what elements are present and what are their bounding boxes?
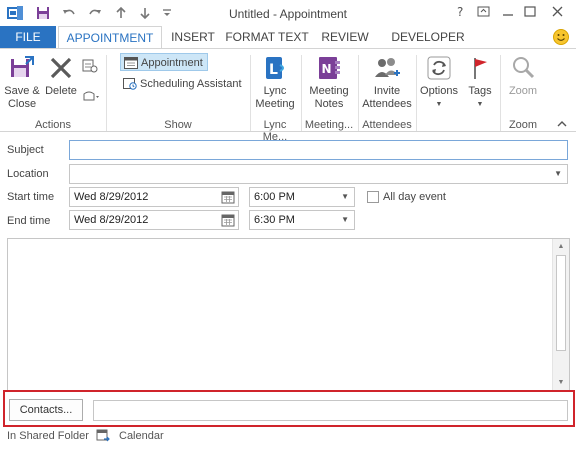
tags-button[interactable]: Tags ▼ bbox=[462, 53, 498, 111]
help-icon[interactable]: ? bbox=[450, 3, 470, 21]
scheduling-assistant-icon bbox=[123, 77, 137, 96]
delete-x-icon bbox=[50, 57, 72, 79]
end-date-field[interactable]: Wed 8/29/2012 bbox=[69, 210, 239, 230]
group-label-actions: Actions bbox=[34, 119, 72, 131]
tab-appointment[interactable]: APPOINTMENT bbox=[58, 26, 162, 49]
all-day-checkbox[interactable] bbox=[367, 191, 379, 203]
in-shared-folder-label: In Shared Folder bbox=[7, 430, 89, 442]
minimize-icon[interactable] bbox=[498, 3, 518, 21]
delete-button[interactable]: Delete bbox=[44, 53, 78, 98]
flag-icon bbox=[474, 58, 487, 79]
tab-review[interactable]: REVIEW bbox=[314, 26, 376, 48]
vertical-scrollbar[interactable]: ▲ ▼ bbox=[552, 239, 569, 391]
calendar-picker-icon[interactable] bbox=[221, 190, 235, 204]
calendar-picker-icon[interactable] bbox=[221, 213, 235, 227]
contacts-input[interactable] bbox=[93, 400, 568, 421]
more-actions-icon[interactable] bbox=[82, 89, 100, 103]
chevron-down-icon: ▼ bbox=[476, 101, 484, 108]
calendar-folder-name: Calendar bbox=[119, 430, 164, 442]
ribbon-tabs: FILE APPOINTMENT INSERT FORMAT TEXT REVI… bbox=[0, 26, 576, 49]
zoom-button[interactable]: Zoom bbox=[502, 53, 544, 98]
zoom-label: Zoom bbox=[508, 85, 538, 97]
meeting-notes-label: Meeting Notes bbox=[309, 85, 349, 110]
subject-input[interactable] bbox=[69, 140, 568, 160]
options-label: Options bbox=[420, 85, 458, 97]
location-label: Location bbox=[7, 168, 49, 180]
save-close-button[interactable]: Save & Close bbox=[2, 53, 42, 111]
onenote-icon: N bbox=[319, 57, 340, 79]
contacts-button[interactable]: Contacts... bbox=[9, 399, 83, 421]
ribbon: Save & Close Delete Actions Appointment … bbox=[0, 48, 576, 143]
tab-format-text[interactable]: FORMAT TEXT bbox=[224, 26, 310, 48]
start-date-field[interactable]: Wed 8/29/2012 bbox=[69, 187, 239, 207]
tags-label: Tags bbox=[468, 85, 492, 97]
start-date-value: Wed 8/29/2012 bbox=[74, 191, 149, 203]
tab-insert[interactable]: INSERT bbox=[164, 26, 222, 48]
group-label-show: Show bbox=[164, 119, 192, 131]
tab-file[interactable]: FILE bbox=[0, 26, 56, 48]
maximize-icon[interactable] bbox=[520, 3, 540, 21]
group-label-attendees: Attendees bbox=[362, 119, 412, 131]
lync-icon: L bbox=[266, 57, 284, 79]
group-divider bbox=[416, 55, 417, 131]
all-day-label: All day event bbox=[383, 191, 446, 203]
chevron-down-icon[interactable]: ▼ bbox=[554, 165, 562, 183]
end-date-value: Wed 8/29/2012 bbox=[74, 214, 149, 226]
end-time-label: End time bbox=[7, 215, 51, 227]
smiley-feedback-icon[interactable] bbox=[552, 28, 570, 46]
subject-label: Subject bbox=[7, 144, 44, 156]
chevron-down-icon: ▼ bbox=[435, 101, 443, 108]
group-label-meeting: Meeting... bbox=[304, 119, 354, 131]
title-bar: Untitled - Appointment ? bbox=[0, 0, 576, 26]
appointment-view-button[interactable]: Appointment bbox=[120, 53, 208, 71]
lync-meeting-button[interactable]: L Lync Meeting bbox=[252, 53, 298, 111]
lync-meeting-label: Lync Meeting bbox=[255, 85, 295, 110]
location-input[interactable]: ▼ bbox=[69, 164, 568, 184]
start-time-value: 6:00 PM bbox=[254, 191, 295, 203]
appointment-body-textarea[interactable]: ▲ ▼ bbox=[7, 238, 570, 392]
meeting-notes-button[interactable]: N Meeting Notes bbox=[304, 53, 354, 111]
ribbon-display-icon[interactable] bbox=[474, 3, 494, 21]
options-refresh-icon bbox=[427, 56, 451, 80]
scheduling-assistant-button[interactable]: Scheduling Assistant bbox=[120, 75, 244, 93]
group-label-zoom: Zoom bbox=[508, 119, 538, 131]
appointment-icon bbox=[124, 56, 138, 75]
start-time-field[interactable]: 6:00 PM ▼ bbox=[249, 187, 355, 207]
scroll-up-arrow-icon[interactable]: ▲ bbox=[556, 242, 566, 252]
close-icon[interactable] bbox=[548, 3, 568, 21]
delete-label: Delete bbox=[45, 85, 77, 97]
options-button[interactable]: Options ▼ bbox=[418, 53, 460, 111]
svg-text:?: ? bbox=[457, 5, 463, 19]
collapse-ribbon-icon[interactable] bbox=[556, 119, 568, 129]
scrollbar-thumb[interactable] bbox=[556, 255, 566, 351]
zoom-magnifier-icon bbox=[513, 57, 535, 79]
chevron-down-icon[interactable]: ▼ bbox=[341, 211, 349, 229]
save-close-icon bbox=[11, 56, 34, 77]
shared-calendar-icon bbox=[96, 428, 110, 442]
invite-attendees-button[interactable]: Invite Attendees bbox=[360, 53, 414, 111]
start-time-label: Start time bbox=[7, 191, 55, 203]
chevron-down-icon[interactable]: ▼ bbox=[341, 188, 349, 206]
tab-developer[interactable]: DEVELOPER bbox=[384, 26, 472, 48]
svg-text:L: L bbox=[269, 62, 278, 78]
end-time-value: 6:30 PM bbox=[254, 214, 295, 226]
calendar-forward-icon[interactable] bbox=[82, 59, 98, 73]
scroll-down-arrow-icon[interactable]: ▼ bbox=[556, 378, 566, 388]
invite-attendees-label: Invite Attendees bbox=[362, 85, 412, 110]
save-close-label: Save & Close bbox=[4, 85, 40, 110]
scheduling-assistant-label: Scheduling Assistant bbox=[140, 78, 242, 90]
invite-attendees-icon bbox=[375, 58, 400, 77]
appointment-label: Appointment bbox=[141, 57, 203, 69]
end-time-field[interactable]: 6:30 PM ▼ bbox=[249, 210, 355, 230]
svg-text:N: N bbox=[322, 62, 332, 76]
